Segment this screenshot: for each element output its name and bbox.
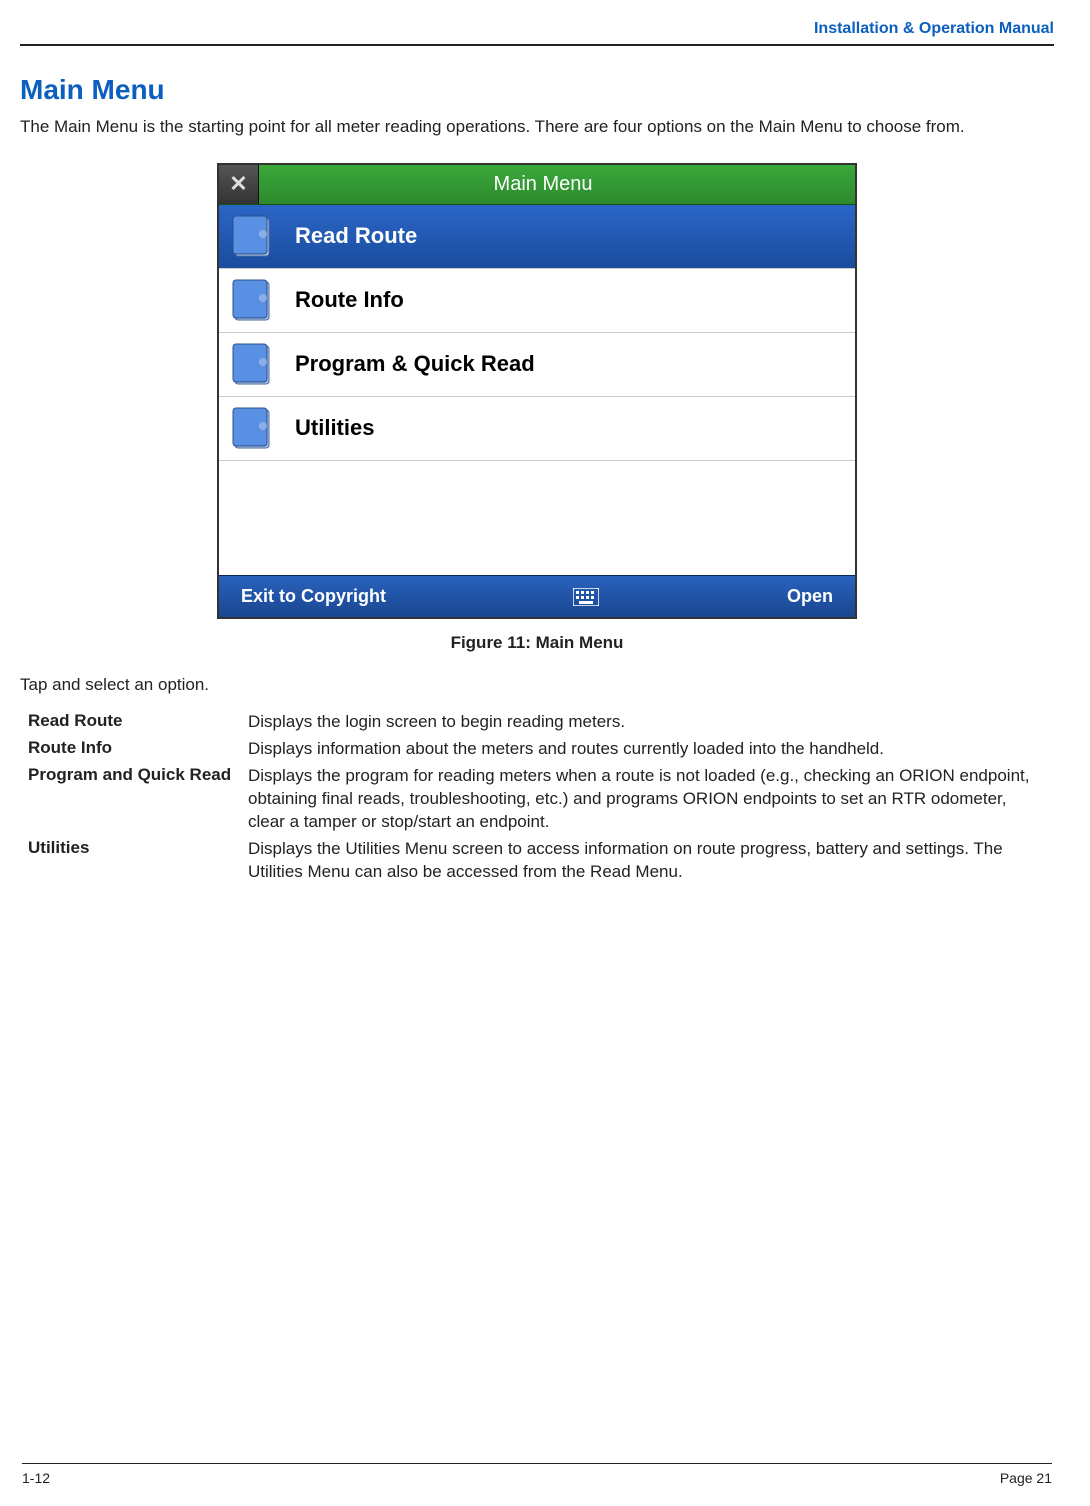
list-item-program-quick-read[interactable]: Program & Quick Read xyxy=(219,333,855,397)
list-item-label: Read Route xyxy=(295,223,417,249)
table-row: Program and Quick Read Displays the prog… xyxy=(28,765,1046,834)
list-item-label: Route Info xyxy=(295,287,404,313)
open-button[interactable]: Open xyxy=(787,586,833,607)
desc: Displays the Utilities Menu screen to ac… xyxy=(248,838,1046,884)
pda-window: ✕ Main Menu Read Route Route Info Prog xyxy=(217,163,857,619)
section-title: Main Menu xyxy=(20,74,1054,106)
table-row: Read Route Displays the login screen to … xyxy=(28,711,1046,734)
term: Route Info xyxy=(28,738,248,758)
pda-list: Read Route Route Info Program & Quick Re… xyxy=(219,205,855,575)
folder-icon xyxy=(231,214,277,258)
desc: Displays the login screen to begin readi… xyxy=(248,711,1046,734)
folder-icon xyxy=(231,406,277,450)
footer-right: Page 21 xyxy=(1000,1470,1052,1486)
term: Utilities xyxy=(28,838,248,858)
page-footer: 1-12 Page 21 xyxy=(22,1463,1052,1486)
folder-icon xyxy=(231,342,277,386)
doc-header: Installation & Operation Manual xyxy=(20,20,1054,46)
figure-wrap: ✕ Main Menu Read Route Route Info Prog xyxy=(20,163,1054,619)
pda-title: Main Menu xyxy=(231,173,855,196)
figure-caption: Figure 11: Main Menu xyxy=(20,633,1054,653)
folder-icon xyxy=(231,278,277,322)
list-item-route-info[interactable]: Route Info xyxy=(219,269,855,333)
list-item-label: Utilities xyxy=(295,415,374,441)
list-item-utilities[interactable]: Utilities xyxy=(219,397,855,461)
table-row: Route Info Displays information about th… xyxy=(28,738,1046,761)
footer-left: 1-12 xyxy=(22,1470,50,1486)
desc: Displays information about the meters an… xyxy=(248,738,1046,761)
list-item-read-route[interactable]: Read Route xyxy=(219,205,855,269)
table-row: Utilities Displays the Utilities Menu sc… xyxy=(28,838,1046,884)
keyboard-icon[interactable] xyxy=(573,586,599,607)
instruction-text: Tap and select an option. xyxy=(20,675,1054,695)
list-item-label: Program & Quick Read xyxy=(295,351,535,377)
term: Read Route xyxy=(28,711,248,731)
pda-titlebar: ✕ Main Menu xyxy=(219,165,855,205)
term: Program and Quick Read xyxy=(28,765,248,785)
definition-table: Read Route Displays the login screen to … xyxy=(28,711,1046,884)
section-intro: The Main Menu is the starting point for … xyxy=(20,116,1054,139)
doc-title: Installation & Operation Manual xyxy=(814,20,1054,37)
exit-button[interactable]: Exit to Copyright xyxy=(241,586,386,607)
desc: Displays the program for reading meters … xyxy=(248,765,1046,834)
pda-bottombar: Exit to Copyright Open xyxy=(219,575,855,617)
